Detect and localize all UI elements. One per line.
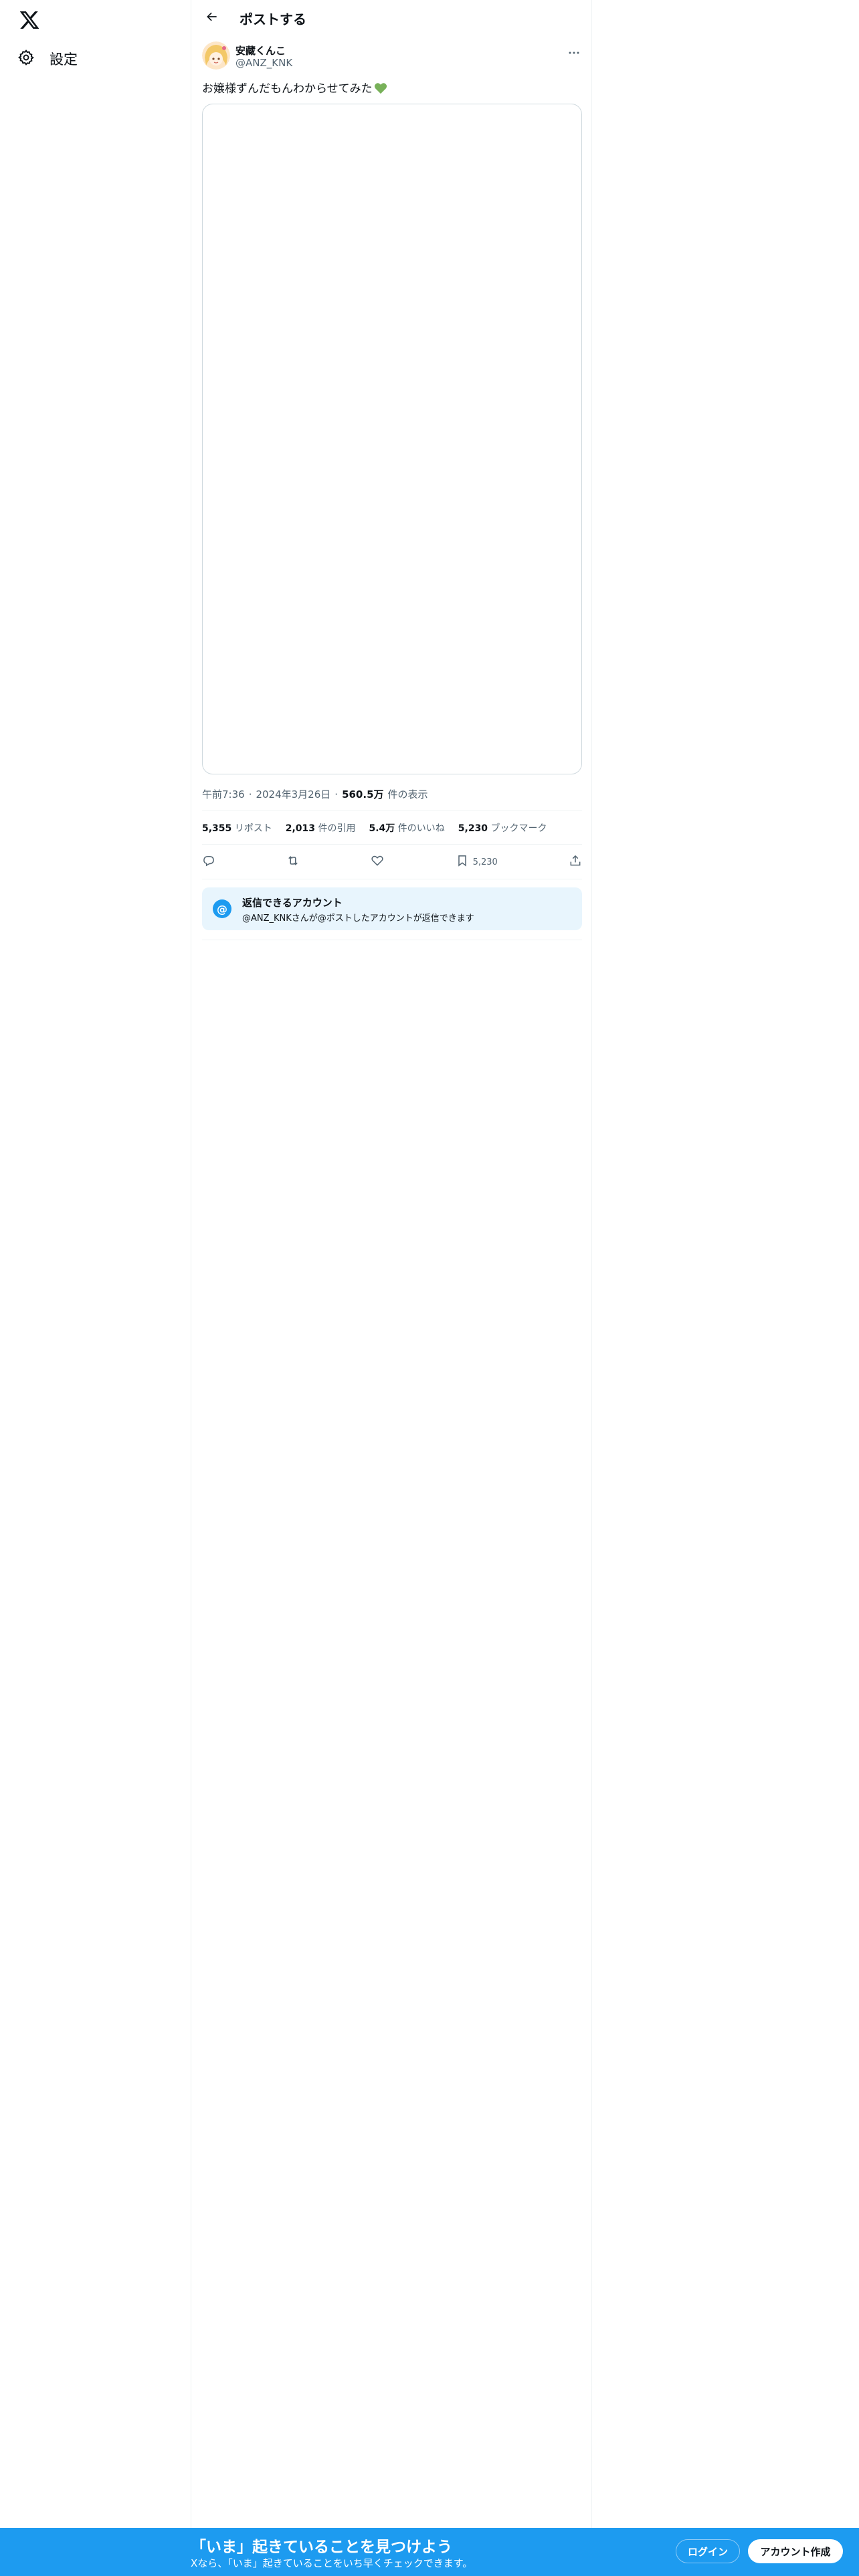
gear-icon	[17, 49, 35, 69]
repost-icon	[286, 854, 300, 870]
post-media[interactable]	[202, 104, 582, 774]
like-button[interactable]	[371, 854, 384, 870]
settings-link[interactable]: 設定	[17, 47, 78, 71]
reply-restriction-description: @ANZ_KNKさんが@ポストしたアカウントが返信できます	[242, 914, 474, 924]
heart-icon	[371, 854, 384, 870]
post-stats: 5,355 リポスト 2,013 件の引用 5.4万 件のいいね 5,230 ブ…	[202, 821, 547, 835]
post-author: 安藏くんこ @ANZ_KNK	[202, 41, 582, 71]
more-icon	[568, 45, 580, 58]
x-logo-icon[interactable]	[17, 8, 41, 32]
post-time[interactable]: 午前7:36	[202, 787, 245, 801]
settings-label: 設定	[50, 51, 78, 68]
views-count: 560.5万	[342, 788, 384, 800]
post-text-body: お嬢様ずんだもんわからせてみた	[202, 82, 373, 96]
post-text: お嬢様ずんだもんわからせてみた	[202, 79, 387, 96]
stat-reposts-count: 5,355	[202, 823, 232, 834]
meta-separator: ·	[248, 788, 252, 800]
more-options-button[interactable]	[566, 44, 582, 58]
green-heart-icon	[374, 82, 387, 94]
left-nav: 設定	[0, 0, 191, 2576]
post-date[interactable]: 2024年3月26日	[256, 787, 330, 801]
share-button[interactable]	[569, 854, 582, 870]
reply-icon	[202, 854, 215, 870]
main-column: ポストする 安藏くんこ @ANZ_KNK お嬢様ずんだもんわからせてみた 午前7…	[191, 0, 592, 2576]
login-button[interactable]: ログイン	[676, 2539, 740, 2563]
stat-likes-label: 件のいいね	[397, 823, 445, 834]
meta-separator: ·	[335, 788, 339, 800]
stat-quotes[interactable]: 2,013 件の引用	[286, 821, 356, 835]
post-actions: 5,230	[202, 852, 582, 872]
stat-reposts[interactable]: 5,355 リポスト	[202, 821, 272, 835]
reply-restriction-notice: @ 返信できるアカウント @ANZ_KNKさんが@ポストしたアカウントが返信でき…	[202, 887, 582, 930]
banner-title: 「いま」起きていることを見つけよう	[191, 2539, 452, 2556]
stat-bookmarks-label: ブックマーク	[490, 823, 547, 834]
repost-button[interactable]	[286, 854, 300, 870]
banner-subtitle: Xなら、「いま」起きていることをいち早くチェックできます。	[191, 2557, 473, 2569]
avatar[interactable]	[202, 41, 230, 70]
reply-button[interactable]	[202, 854, 215, 870]
share-icon	[569, 854, 582, 870]
bookmark-icon	[456, 854, 469, 870]
back-button[interactable]	[201, 7, 223, 29]
author-handle[interactable]: @ANZ_KNK	[235, 57, 292, 69]
arrow-left-icon	[205, 10, 219, 26]
at-sign-icon: @	[213, 899, 231, 918]
author-name[interactable]: 安藏くんこ	[235, 43, 286, 58]
post-meta: 午前7:36 · 2024年3月26日 · 560.5万 件の表示	[202, 787, 428, 801]
bookmark-count: 5,230	[472, 857, 498, 867]
create-account-button[interactable]: アカウント作成	[748, 2539, 843, 2563]
stat-quotes-label: 件の引用	[318, 823, 356, 834]
signup-banner: 「いま」起きていることを見つけよう Xなら、「いま」起きていることをいち早くチェ…	[0, 2528, 859, 2576]
stat-reposts-label: リポスト	[234, 823, 272, 834]
reply-restriction-title: 返信できるアカウント	[242, 897, 343, 909]
stat-bookmarks[interactable]: 5,230 ブックマーク	[458, 821, 547, 835]
divider	[202, 844, 582, 845]
stat-likes-count: 5.4万	[369, 823, 395, 834]
stat-likes[interactable]: 5.4万 件のいいね	[369, 821, 445, 835]
bookmark-button[interactable]: 5,230	[456, 854, 498, 870]
stat-bookmarks-count: 5,230	[458, 823, 488, 834]
page-title: ポストする	[240, 11, 306, 27]
header: ポストする	[191, 0, 593, 35]
page: 設定 ポストする 安藏くんこ @ANZ_KNK お嬢様ずんだもんわからせてみた …	[0, 0, 859, 2576]
views-label: 件の表示	[387, 788, 428, 800]
stat-quotes-count: 2,013	[285, 823, 316, 834]
